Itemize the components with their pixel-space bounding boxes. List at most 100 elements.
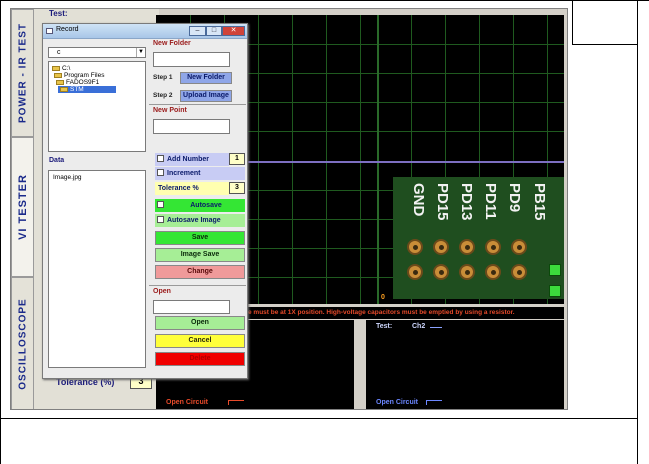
data-file-list[interactable]: Image.jpg (48, 170, 146, 368)
pcb-pad (407, 264, 423, 280)
new-folder-input[interactable] (153, 52, 230, 67)
chevron-down-icon[interactable]: ▼ (136, 48, 145, 57)
record-dialog: Record – □ ✕ c ▼ C:\ Program Files FADOS… (42, 23, 248, 379)
tree-node-selected[interactable]: STM (58, 86, 116, 93)
probe-marker[interactable] (549, 264, 561, 276)
tree-node[interactable]: C:\ (52, 65, 70, 72)
autosave-image-label: Autosave Image (167, 217, 221, 224)
app-window: POWER - IR TEST VI TESTER OSCILLOSCOPE T… (10, 8, 568, 410)
checkbox-box[interactable] (157, 201, 164, 208)
maximize-button[interactable]: □ (206, 26, 222, 36)
channel-2-label: Ch2 (412, 323, 426, 330)
open-circuit-label: Open Circuit (376, 399, 419, 406)
pcb-pad (485, 239, 501, 255)
tolerance-percent-input[interactable]: 3 (229, 182, 245, 194)
checkbox-box[interactable] (157, 216, 164, 223)
grid-line (292, 15, 293, 304)
autosave-image-checkbox[interactable]: Autosave Image (155, 214, 245, 227)
close-button[interactable]: ✕ (222, 26, 245, 36)
change-button[interactable]: Change (155, 265, 245, 279)
dialog-title: Record (56, 26, 79, 33)
test-label: Test: (49, 9, 68, 18)
folder-icon (52, 65, 60, 71)
pcb-pad (407, 239, 423, 255)
dialog-icon (46, 28, 53, 34)
pcb-pad (459, 239, 475, 255)
dialog-titlebar[interactable]: Record – □ ✕ (43, 24, 247, 39)
tab-oscilloscope-label: OSCILLOSCOPE (17, 298, 28, 390)
pcb-pad (433, 239, 449, 255)
sub-panel-right: Test: Ch2 Open Circuit (366, 320, 564, 409)
frame-row-line (572, 44, 638, 45)
frame-column-line (572, 0, 573, 44)
folder-icon (54, 72, 62, 78)
tab-vi-tester[interactable]: VI TESTER (11, 137, 34, 277)
folder-icon (56, 79, 64, 85)
vertical-tab-bar: POWER - IR TEST VI TESTER OSCILLOSCOPE (11, 9, 34, 409)
tab-oscilloscope[interactable]: OSCILLOSCOPE (11, 277, 34, 409)
pcb-pin-label: GND (410, 183, 427, 217)
data-label: Data (49, 157, 65, 164)
new-point-input[interactable] (153, 119, 230, 134)
drive-select-value: c (57, 49, 61, 56)
grid-line (326, 15, 327, 304)
board-camera-image: GND PD15 PD13 PD11 PD9 PB15 (393, 177, 564, 299)
save-button[interactable]: Save (155, 231, 245, 245)
folder-tree[interactable]: C:\ Program Files FADOS9F1 STM (48, 61, 146, 152)
center-axis-line (377, 15, 379, 304)
minimize-button[interactable]: – (189, 26, 206, 36)
add-number-checkbox[interactable]: Add Number (155, 153, 229, 166)
tolerance-percent-label: Tolerance % (158, 185, 199, 192)
step-1-label: Step 1 (153, 74, 173, 81)
new-folder-button[interactable]: New Folder (180, 72, 232, 84)
add-number-label: Add Number (167, 156, 209, 163)
pcb-pad (511, 264, 527, 280)
new-point-label: New Point (153, 107, 187, 114)
open-button[interactable]: Open (155, 316, 245, 330)
frame-left-line (0, 0, 1, 464)
checkbox-box[interactable] (157, 155, 164, 162)
pcb-pin-label: PB15 (531, 183, 548, 221)
cancel-button[interactable]: Cancel (155, 334, 245, 348)
step-2-label: Step 2 (153, 92, 173, 99)
upload-image-button[interactable]: Upload Image (180, 90, 232, 102)
tree-node[interactable]: FADOS9F1 (56, 79, 99, 86)
list-item[interactable]: Image.jpg (53, 174, 141, 181)
tab-power-ir-test[interactable]: POWER - IR TEST (11, 9, 34, 137)
open-input[interactable] (153, 300, 230, 314)
tree-node[interactable]: Program Files (54, 72, 104, 79)
tolerance-row: Tolerance % (155, 182, 229, 195)
tree-node-label: C:\ (62, 65, 71, 72)
folder-icon (60, 86, 68, 92)
section-divider (149, 285, 246, 286)
pcb-pad (433, 264, 449, 280)
grid-line (360, 15, 361, 304)
open-circuit-icon (426, 400, 442, 405)
grid-line (258, 15, 259, 304)
frame-right-line (637, 0, 638, 464)
tree-node-label: Program Files (64, 72, 105, 79)
tree-node-label: STM (70, 86, 84, 93)
pcb-pin-label: PD13 (458, 183, 475, 221)
autosave-label: Autosave (190, 202, 222, 209)
image-save-button[interactable]: Image Save (155, 248, 245, 262)
section-divider (149, 104, 246, 105)
axis-zero-label: 0 (381, 294, 385, 301)
pcb-pad (511, 239, 527, 255)
delete-button[interactable]: Delete (155, 352, 245, 366)
add-number-input[interactable]: 1 (229, 153, 245, 165)
pcb-pad (459, 264, 475, 280)
open-section-label: Open (153, 288, 171, 295)
increment-checkbox[interactable]: Increment (155, 167, 245, 180)
test-label-ch2: Test: (376, 323, 393, 330)
tab-power-ir-test-label: POWER - IR TEST (17, 23, 28, 123)
pcb-pin-label: PD15 (434, 183, 451, 221)
frame-divider-line (0, 418, 638, 419)
autosave-checkbox[interactable]: Autosave (155, 199, 245, 212)
tree-node-label: FADOS9F1 (66, 79, 100, 86)
probe-marker[interactable] (549, 285, 561, 297)
open-circuit-icon (228, 400, 244, 405)
checkbox-box[interactable] (157, 169, 164, 176)
drive-select[interactable]: c ▼ (48, 47, 146, 58)
open-circuit-label: Open Circuit (166, 399, 209, 406)
